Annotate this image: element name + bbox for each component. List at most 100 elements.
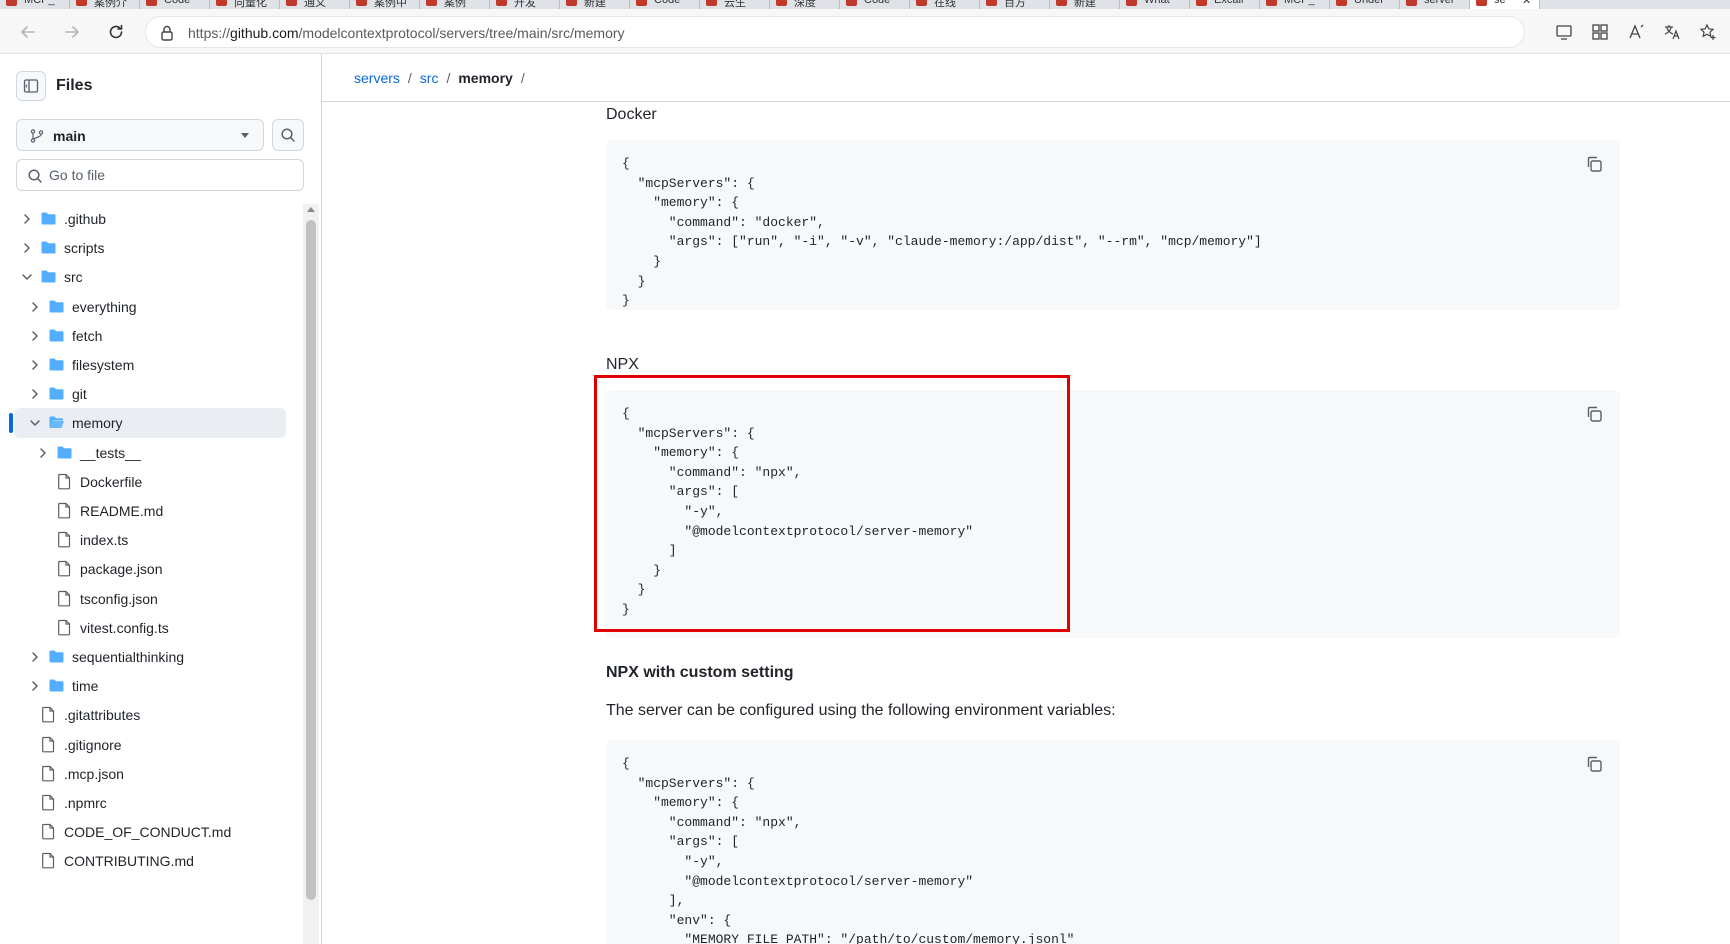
tree-folder-item[interactable]: sequentialthinking bbox=[0, 642, 290, 672]
tab-title: 案例中 bbox=[374, 0, 407, 9]
folder-icon bbox=[56, 444, 73, 461]
tree-file-item[interactable]: tsconfig.json bbox=[0, 584, 290, 614]
npx-custom-code-block: { "mcpServers": { "memory": { "command":… bbox=[606, 740, 1620, 944]
tree-file-item[interactable]: .mcp.json bbox=[0, 759, 290, 789]
tree-file-item[interactable]: .gitignore bbox=[0, 730, 290, 760]
browser-tab[interactable]: se ✕ bbox=[1470, 0, 1540, 9]
cast-icon bbox=[1556, 25, 1572, 40]
chevron-right-icon[interactable] bbox=[20, 212, 34, 226]
tab-title: Code bbox=[164, 0, 191, 6]
chevron-right-icon[interactable] bbox=[28, 679, 42, 693]
scroll-up-arrow-icon[interactable] bbox=[307, 207, 315, 212]
browser-tab[interactable]: server bbox=[1400, 0, 1470, 9]
tree-folder-item[interactable]: filesystem bbox=[0, 350, 290, 380]
tree-folder-item[interactable]: fetch bbox=[0, 321, 290, 351]
tree-item-label: everything bbox=[72, 298, 137, 315]
chevron-right-icon[interactable] bbox=[28, 650, 42, 664]
chevron-right-icon[interactable] bbox=[20, 241, 34, 255]
tab-title: Code bbox=[864, 0, 891, 6]
chevron-right-icon[interactable] bbox=[28, 329, 42, 343]
tab-favicon-icon bbox=[1336, 0, 1347, 6]
breadcrumb-src[interactable]: src bbox=[420, 70, 439, 86]
search-files-button[interactable] bbox=[272, 119, 304, 151]
chevron-down-icon[interactable] bbox=[28, 416, 42, 430]
cast-button[interactable] bbox=[1553, 21, 1575, 43]
collapse-sidebar-button[interactable] bbox=[16, 71, 46, 101]
tree-folder-item[interactable]: everything bbox=[0, 292, 290, 322]
browser-tab[interactable]: 通义 bbox=[280, 0, 350, 9]
tree-item-label: CODE_OF_CONDUCT.md bbox=[64, 824, 232, 841]
copy-icon[interactable] bbox=[1584, 754, 1604, 774]
browser-tab[interactable]: 案例中 bbox=[350, 0, 420, 9]
browser-tab[interactable]: Code bbox=[630, 0, 700, 9]
tree-file-item[interactable]: CODE_OF_CONDUCT.md bbox=[0, 817, 290, 847]
browser-tab[interactable]: 在线 bbox=[910, 0, 980, 9]
file-icon bbox=[56, 531, 73, 548]
back-button[interactable] bbox=[10, 9, 46, 54]
tree-file-item[interactable]: .gitattributes bbox=[0, 700, 290, 730]
browser-tab[interactable]: MCP_ bbox=[0, 0, 70, 9]
favorites-button[interactable] bbox=[1697, 21, 1719, 43]
browser-tab[interactable]: 深度 bbox=[770, 0, 840, 9]
tree-folder-item[interactable]: scripts bbox=[0, 233, 290, 263]
chevron-right-icon[interactable] bbox=[28, 300, 42, 314]
browser-tab[interactable]: 向量化 bbox=[210, 0, 280, 9]
chevron-right-icon[interactable] bbox=[36, 446, 50, 460]
tree-file-item[interactable]: vitest.config.ts bbox=[0, 613, 290, 643]
browser-tab[interactable]: 案例介 bbox=[70, 0, 140, 9]
tree-file-item[interactable]: package.json bbox=[0, 554, 290, 584]
tree-item-label: .gitattributes bbox=[64, 707, 141, 724]
tab-favicon-icon bbox=[1476, 0, 1487, 6]
browser-tab[interactable]: Under bbox=[1330, 0, 1400, 9]
tree-folder-item[interactable]: __tests__ bbox=[0, 438, 290, 468]
browser-tab-strip: MCP_ 案例介 Code 向量化 通义 案例中 案例 开发 新建 Code 云生 深度 Code 在线 百… bbox=[0, 0, 1730, 9]
browser-tab[interactable]: 新建 bbox=[1050, 0, 1120, 9]
arrow-right-icon bbox=[65, 25, 79, 38]
sidebar-scrollbar[interactable] bbox=[303, 204, 319, 944]
browser-tab[interactable]: Code bbox=[140, 0, 210, 9]
browser-tab[interactable]: MCP_ bbox=[1260, 0, 1330, 9]
translate-button[interactable] bbox=[1661, 21, 1683, 43]
browser-tab[interactable]: 百方 bbox=[980, 0, 1050, 9]
tree-file-item[interactable]: .npmrc bbox=[0, 788, 290, 818]
tree-folder-item[interactable]: memory bbox=[0, 408, 290, 439]
branch-selector[interactable]: main bbox=[16, 119, 264, 151]
read-aloud-button[interactable] bbox=[1625, 21, 1647, 43]
go-to-file-field[interactable] bbox=[16, 159, 304, 191]
tree-folder-item[interactable]: .github bbox=[0, 204, 290, 234]
close-tab-icon[interactable]: ✕ bbox=[1522, 0, 1531, 7]
chevron-right-icon[interactable] bbox=[28, 358, 42, 372]
browser-tab[interactable]: 案例 bbox=[420, 0, 490, 9]
breadcrumb-servers[interactable]: servers bbox=[354, 70, 400, 86]
tree-file-item[interactable]: index.ts bbox=[0, 525, 290, 555]
chevron-down-icon[interactable] bbox=[20, 270, 34, 284]
browser-tab[interactable]: 新建 bbox=[560, 0, 630, 9]
tree-folder-item[interactable]: src bbox=[0, 262, 290, 292]
browser-tab[interactable]: What bbox=[1120, 0, 1190, 9]
tree-file-item[interactable]: Dockerfile bbox=[0, 467, 290, 497]
refresh-button[interactable] bbox=[98, 9, 134, 54]
tab-favicon-icon bbox=[146, 0, 157, 6]
go-to-file-input[interactable] bbox=[49, 165, 289, 185]
tree-file-item[interactable]: CONTRIBUTING.md bbox=[0, 846, 290, 876]
browser-tab[interactable]: Excali bbox=[1190, 0, 1260, 9]
copy-icon[interactable] bbox=[1584, 154, 1604, 174]
tree-folder-item[interactable]: time bbox=[0, 671, 290, 701]
browser-tab[interactable]: Code bbox=[840, 0, 910, 9]
forward-button[interactable] bbox=[54, 9, 90, 54]
url-text: https://github.com/modelcontextprotocol/… bbox=[188, 25, 625, 41]
address-bar[interactable]: https://github.com/modelcontextprotocol/… bbox=[145, 16, 1525, 48]
tree-file-item[interactable]: README.md bbox=[0, 496, 290, 526]
browser-tab[interactable]: 开发 bbox=[490, 0, 560, 9]
tree-folder-item[interactable]: git bbox=[0, 379, 290, 409]
folder-icon bbox=[48, 677, 65, 694]
scrollbar-thumb[interactable] bbox=[306, 220, 316, 900]
browser-tab[interactable]: 云生 bbox=[700, 0, 770, 9]
folder-icon bbox=[40, 239, 57, 256]
apps-button[interactable] bbox=[1589, 21, 1611, 43]
tab-title: 新建 bbox=[584, 0, 606, 9]
chevron-right-icon[interactable] bbox=[28, 387, 42, 401]
copy-icon[interactable] bbox=[1584, 404, 1604, 424]
file-icon bbox=[56, 590, 73, 607]
tree-item-label: vitest.config.ts bbox=[80, 619, 169, 636]
